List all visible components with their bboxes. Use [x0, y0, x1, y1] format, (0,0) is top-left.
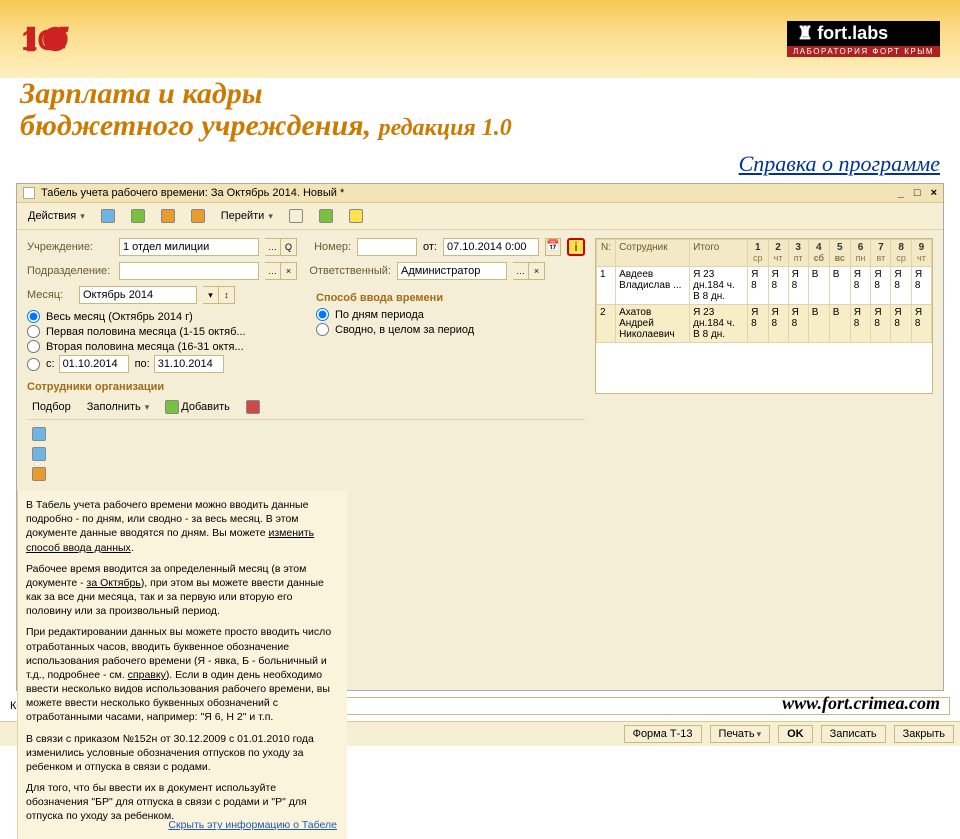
emp-del[interactable]: [241, 397, 265, 417]
num-label: Номер:: [303, 241, 351, 253]
org-select[interactable]: …: [265, 238, 281, 256]
help-highlighted-icon[interactable]: i: [567, 238, 585, 256]
emp-sort[interactable]: [27, 464, 585, 484]
method-daily-label: По дням периода: [335, 309, 424, 321]
square-green-icon: [131, 209, 145, 223]
close-footer-button[interactable]: Закрыть: [894, 725, 954, 743]
employees-table[interactable]: N:СотрудникИтого1ср2чт3пт4сб5вс6пн7вт8ср…: [595, 238, 933, 394]
dept-clear[interactable]: ×: [281, 262, 297, 280]
form-t13-button[interactable]: Форма Т-13: [624, 725, 702, 743]
tb-btn-1[interactable]: [96, 206, 120, 226]
period-second-radio[interactable]: [27, 340, 40, 353]
main-toolbar: Действия Перейти: [17, 203, 943, 230]
refresh-icon: [319, 209, 333, 223]
app-window: Табель учета рабочего времени: За Октябр…: [16, 183, 944, 691]
print-button[interactable]: Печать: [710, 725, 771, 743]
dept-select[interactable]: …: [265, 262, 281, 280]
logo-1c: 1C: [20, 15, 88, 63]
org-open[interactable]: Q: [281, 238, 297, 256]
emp-down[interactable]: [27, 444, 585, 464]
min-button[interactable]: _: [898, 187, 904, 199]
resp-input[interactable]: [397, 262, 507, 280]
emp-up[interactable]: [27, 424, 585, 444]
svg-text:1C: 1C: [21, 25, 57, 57]
tb-help[interactable]: [344, 206, 368, 226]
ok-button[interactable]: OK: [778, 725, 813, 743]
month-label: Месяц:: [27, 289, 73, 301]
table-row[interactable]: 1Авдеев Владислав ...Я 23 дн.184 ч. В 8 …: [596, 267, 931, 305]
fortlabs-logo: ♜fort.labs ЛАБОРАТОРИЯ ФОРТ КРЫМ: [787, 21, 940, 57]
period-full-label: Весь месяц (Октябрь 2014 г): [46, 311, 193, 323]
goto-menu[interactable]: Перейти: [216, 207, 278, 225]
actions-menu[interactable]: Действия: [23, 207, 90, 225]
tb-btn-3[interactable]: [156, 206, 180, 226]
emp-add[interactable]: Добавить: [160, 397, 235, 417]
tb-btn-5[interactable]: [284, 206, 308, 226]
period-full-radio[interactable]: [27, 310, 40, 323]
method-daily-radio[interactable]: [316, 308, 329, 321]
x-icon: [246, 400, 260, 414]
titlebar: Табель учета рабочего времени: За Октябр…: [17, 184, 943, 203]
close-button[interactable]: ×: [931, 187, 937, 199]
from-date[interactable]: [59, 355, 129, 373]
window-icon: [23, 187, 35, 199]
to-label: по:: [135, 358, 150, 370]
method-summary-label: Сводно, в целом за период: [335, 324, 474, 336]
method-label: Способ ввода времени: [316, 292, 585, 304]
folder2-icon: [191, 209, 205, 223]
resp-select[interactable]: …: [513, 262, 529, 280]
table-row[interactable]: 2Ахатов Андрей НиколаевичЯ 23 дн.184 ч. …: [596, 305, 931, 343]
window-title: Табель учета рабочего времени: За Октябр…: [41, 187, 344, 199]
employees-section: Сотрудники организации: [27, 381, 585, 393]
resp-clear[interactable]: ×: [529, 262, 545, 280]
help-icon: [349, 209, 363, 223]
date-input[interactable]: [443, 238, 539, 256]
num-input[interactable]: [357, 238, 417, 256]
month-input[interactable]: [79, 286, 197, 304]
from-label: с:: [46, 358, 55, 370]
folder-icon: [161, 209, 175, 223]
emp-select[interactable]: Подбор: [27, 398, 76, 416]
down-icon: [32, 447, 46, 461]
method-summary-radio[interactable]: [316, 323, 329, 336]
period-first-label: Первая половина месяца (1-15 октяб...: [46, 326, 246, 338]
up-icon: [32, 427, 46, 441]
resp-label: Ответственный:: [303, 265, 391, 277]
tb-btn-6[interactable]: [314, 206, 338, 226]
about-link[interactable]: Справка о программе: [0, 147, 960, 179]
month-down[interactable]: ▾: [203, 286, 219, 304]
grid-icon: [289, 209, 303, 223]
sort-icon: [32, 467, 46, 481]
tb-btn-4[interactable]: [186, 206, 210, 226]
dept-label: Подразделение:: [27, 265, 113, 277]
period-first-radio[interactable]: [27, 325, 40, 338]
help-panel: В Табель учета рабочего времени можно вв…: [17, 490, 347, 839]
calendar-icon[interactable]: 📅: [545, 238, 561, 256]
hide-help-link[interactable]: Скрыть эту информацию о Табеле: [168, 818, 337, 832]
dept-input[interactable]: [119, 262, 259, 280]
to-date[interactable]: [154, 355, 224, 373]
square-blue-icon: [101, 209, 115, 223]
period-second-label: Вторая половина месяца (16-31 октя...: [46, 341, 244, 353]
org-input[interactable]: [119, 238, 259, 256]
period-custom-radio[interactable]: [27, 358, 40, 371]
site-url: www.fort.crimea.com: [782, 693, 940, 714]
tb-btn-2[interactable]: [126, 206, 150, 226]
emp-fill[interactable]: Заполнить: [82, 398, 155, 416]
month-spin[interactable]: ↕: [219, 286, 235, 304]
page-title: Зарплата и кадры бюджетного учреждения, …: [0, 78, 960, 147]
max-button[interactable]: □: [914, 187, 921, 199]
org-label: Учреждение:: [27, 241, 113, 253]
date-label: от:: [423, 241, 437, 253]
save-button[interactable]: Записать: [821, 725, 886, 743]
plus-icon: [165, 400, 179, 414]
